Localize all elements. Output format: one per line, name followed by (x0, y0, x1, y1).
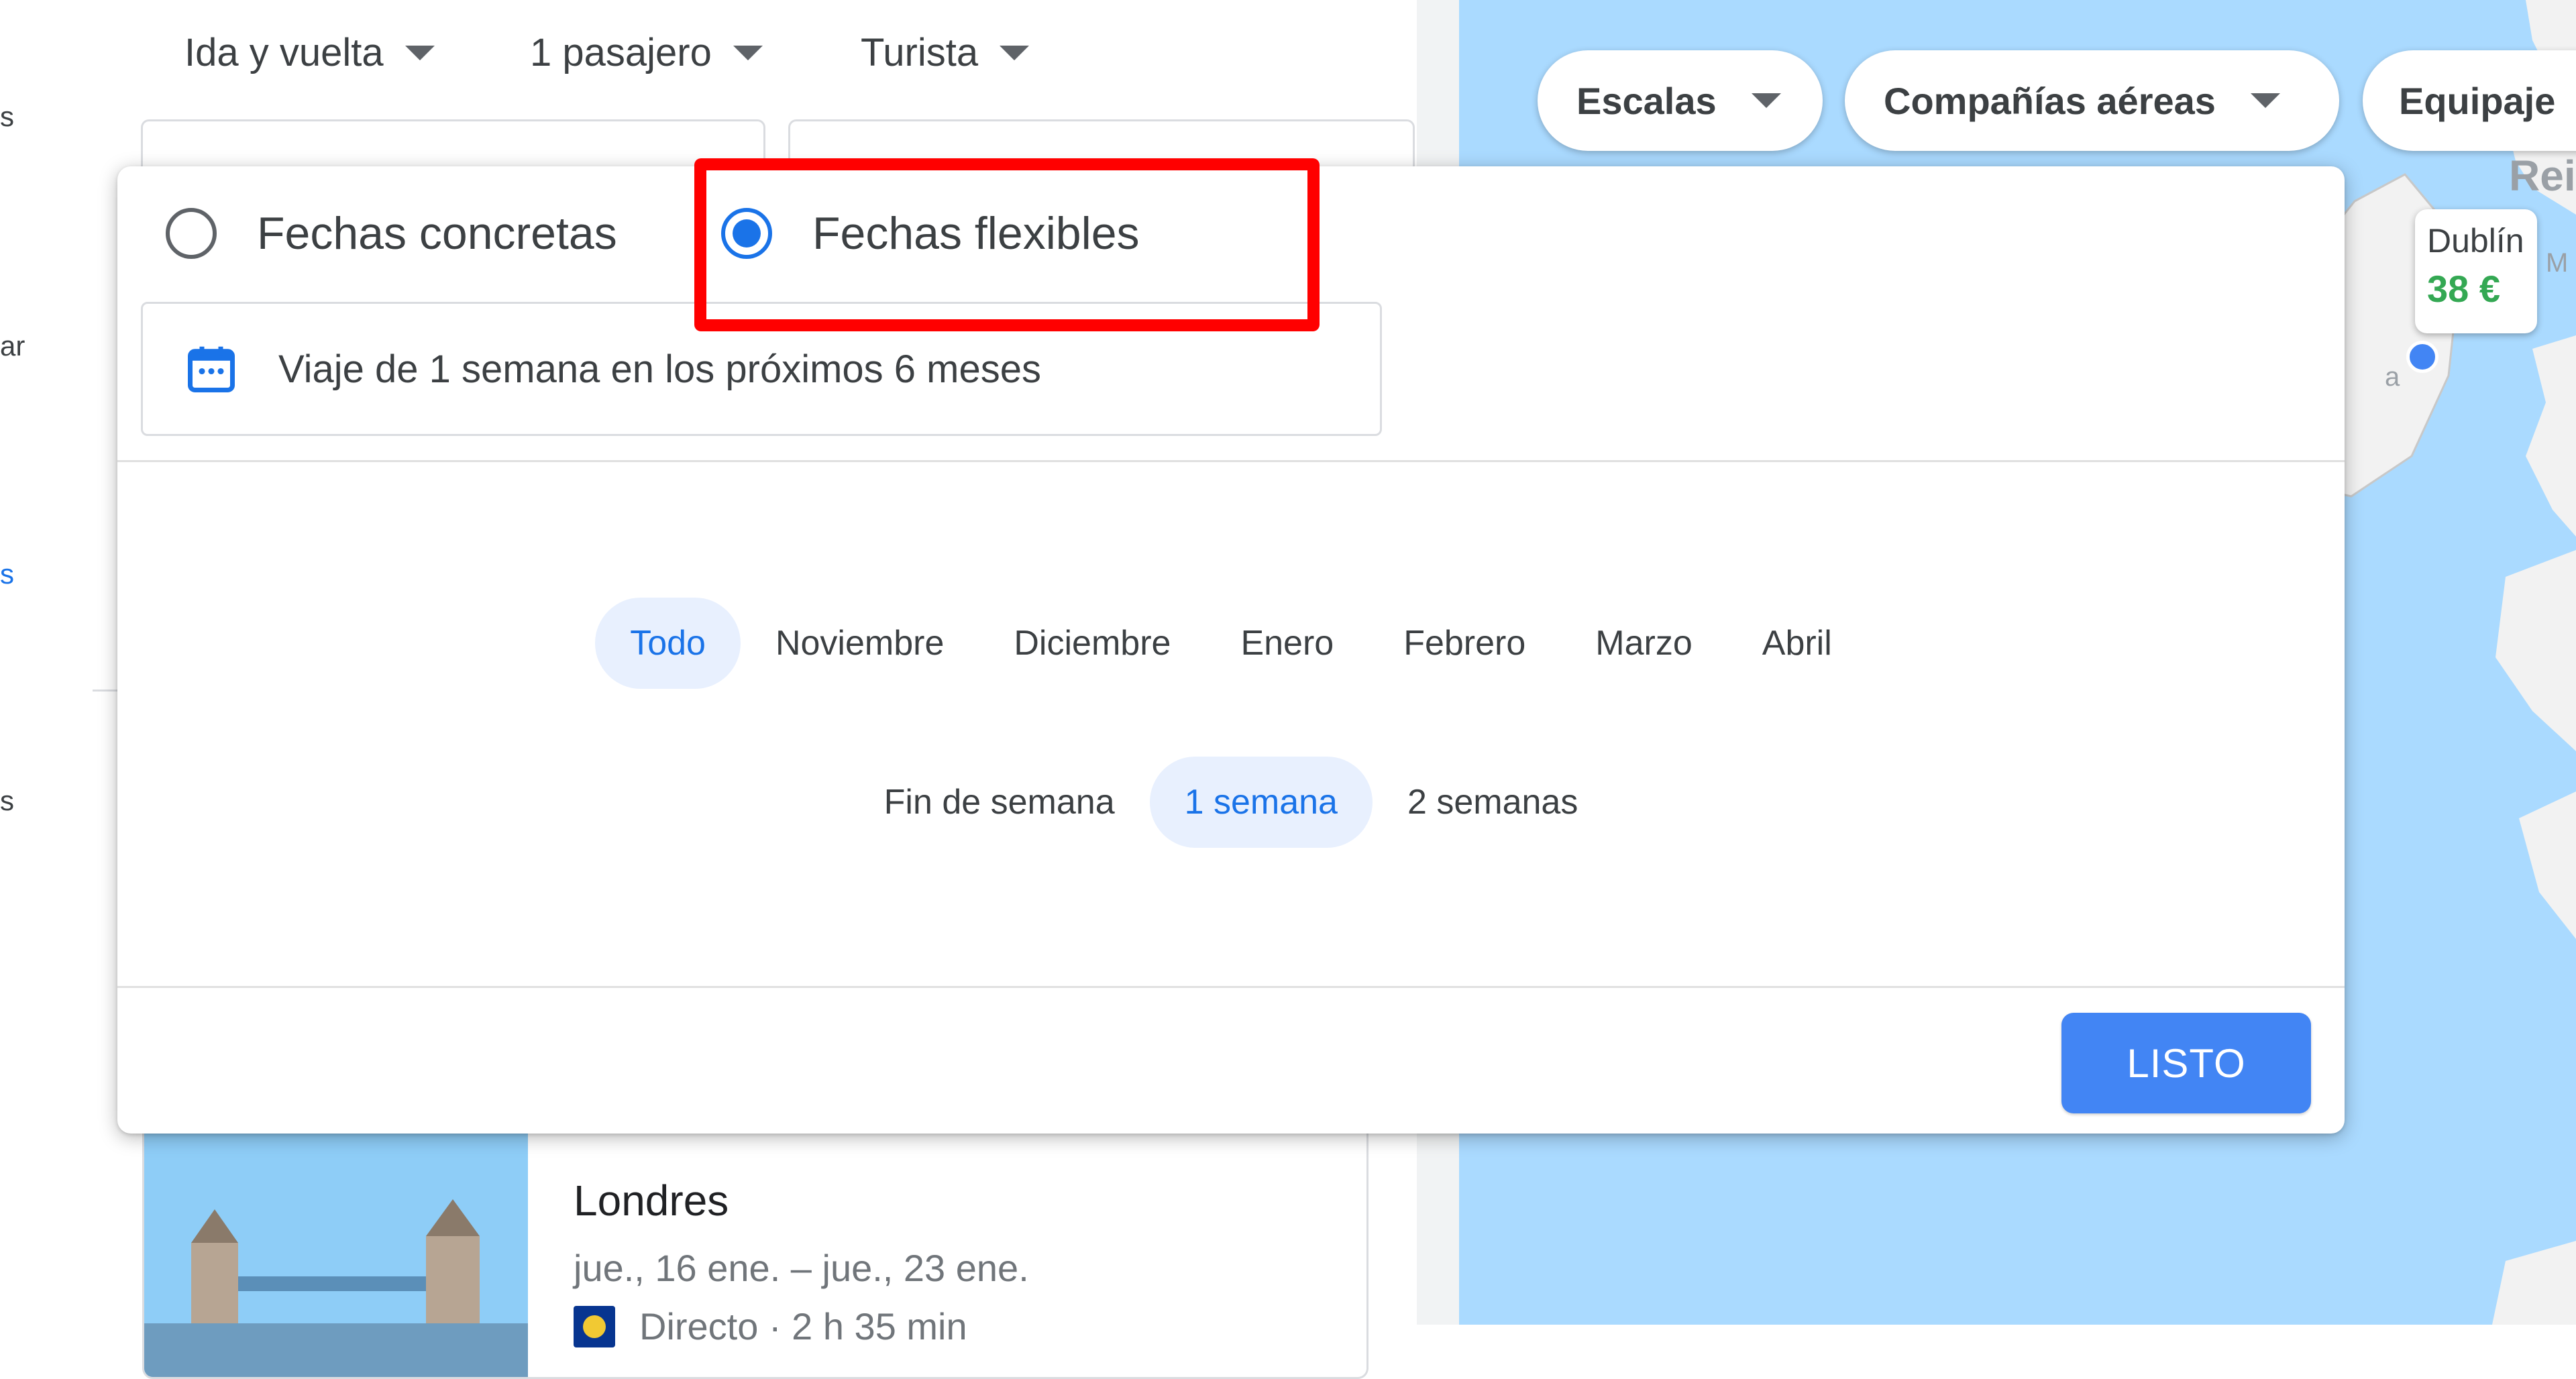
cabin-label: Turista (861, 31, 979, 74)
chevron-down-icon (405, 45, 435, 60)
price-tag-city: Dublín (2427, 222, 2524, 260)
annotation-highlight-box (694, 158, 1320, 331)
sidebar-fragment-3[interactable]: s (0, 558, 14, 590)
destination-pin-icon[interactable] (2406, 341, 2438, 373)
destination-image (144, 1109, 528, 1377)
filter-baggage-chip[interactable]: Equipaje (2363, 50, 2576, 151)
filter-stops-label: Escalas (1576, 79, 1717, 122)
destination-price-tag[interactable]: Dublín 38 € (2415, 209, 2537, 333)
month-selector: Todo Noviembre Diciembre Enero Febrero M… (117, 598, 2345, 689)
sidebar-fragment-4[interactable]: s (0, 785, 14, 817)
chevron-down-icon (1751, 93, 1781, 108)
radio-unchecked-icon[interactable] (166, 208, 217, 259)
month-pill-all[interactable]: Todo (595, 598, 741, 689)
result-city: Londres (574, 1176, 729, 1225)
dialog-divider-bottom (117, 986, 2345, 988)
passengers-select[interactable]: 1 pasajero (530, 30, 763, 75)
tower-bridge-illustration (144, 1109, 528, 1377)
chevron-down-icon (2250, 93, 2280, 108)
filter-airlines-label: Compañías aéreas (1884, 79, 2216, 122)
result-route: Directo · 2 h 35 min (574, 1305, 967, 1348)
radio-specific-dates[interactable]: Fechas concretas (166, 193, 617, 274)
airline-logo-icon (574, 1305, 615, 1347)
sidebar-fragment-1[interactable]: s (0, 101, 14, 133)
sidebar-fragment-2[interactable]: ar (0, 330, 25, 362)
trip-type-select[interactable]: Ida y vuelta (184, 30, 435, 75)
chevron-down-icon (1000, 45, 1030, 60)
duration-pill-1-week[interactable]: 1 semana (1149, 757, 1373, 848)
map-label-fragment-3: a (2385, 362, 2400, 392)
map-label-fragment-1: Rei (2509, 152, 2576, 200)
done-button[interactable]: LISTO (2061, 1013, 2311, 1113)
result-dates: jue., 16 ene. – jue., 23 ene. (574, 1247, 1029, 1289)
duration-pill-weekend[interactable]: Fin de semana (849, 757, 1150, 848)
trip-type-label: Ida y vuelta (184, 31, 384, 74)
month-pill-november[interactable]: Noviembre (741, 598, 979, 689)
month-pill-february[interactable]: Febrero (1368, 598, 1560, 689)
price-tag-price: 38 € (2427, 268, 2500, 310)
month-pill-april[interactable]: Abril (1727, 598, 1867, 689)
filter-baggage-label: Equipaje (2399, 79, 2556, 122)
month-pill-january[interactable]: Enero (1205, 598, 1368, 689)
month-pill-december[interactable]: Diciembre (979, 598, 1205, 689)
result-card[interactable]: Londres jue., 16 ene. – jue., 23 ene. Di… (142, 1107, 1368, 1379)
radio-specific-dates-label: Fechas concretas (257, 208, 617, 259)
map-label-fragment-2: M (2546, 248, 2569, 278)
month-pill-march[interactable]: Marzo (1560, 598, 1727, 689)
duration-selector: Fin de semana 1 semana 2 semanas (117, 757, 2345, 848)
chevron-down-icon (733, 45, 763, 60)
dialog-divider-top (117, 460, 2345, 462)
result-route-text: Directo · 2 h 35 min (639, 1305, 967, 1347)
calendar-icon (188, 346, 235, 392)
filter-airlines-chip[interactable]: Compañías aéreas (1845, 50, 2339, 151)
duration-pill-2-weeks[interactable]: 2 semanas (1373, 757, 1613, 848)
cabin-select[interactable]: Turista (861, 30, 1030, 75)
flexible-trip-summary-text: Viaje de 1 semana en los próximos 6 mese… (278, 347, 1041, 391)
passengers-label: 1 pasajero (530, 31, 712, 74)
filter-stops-chip[interactable]: Escalas (1538, 50, 1823, 151)
